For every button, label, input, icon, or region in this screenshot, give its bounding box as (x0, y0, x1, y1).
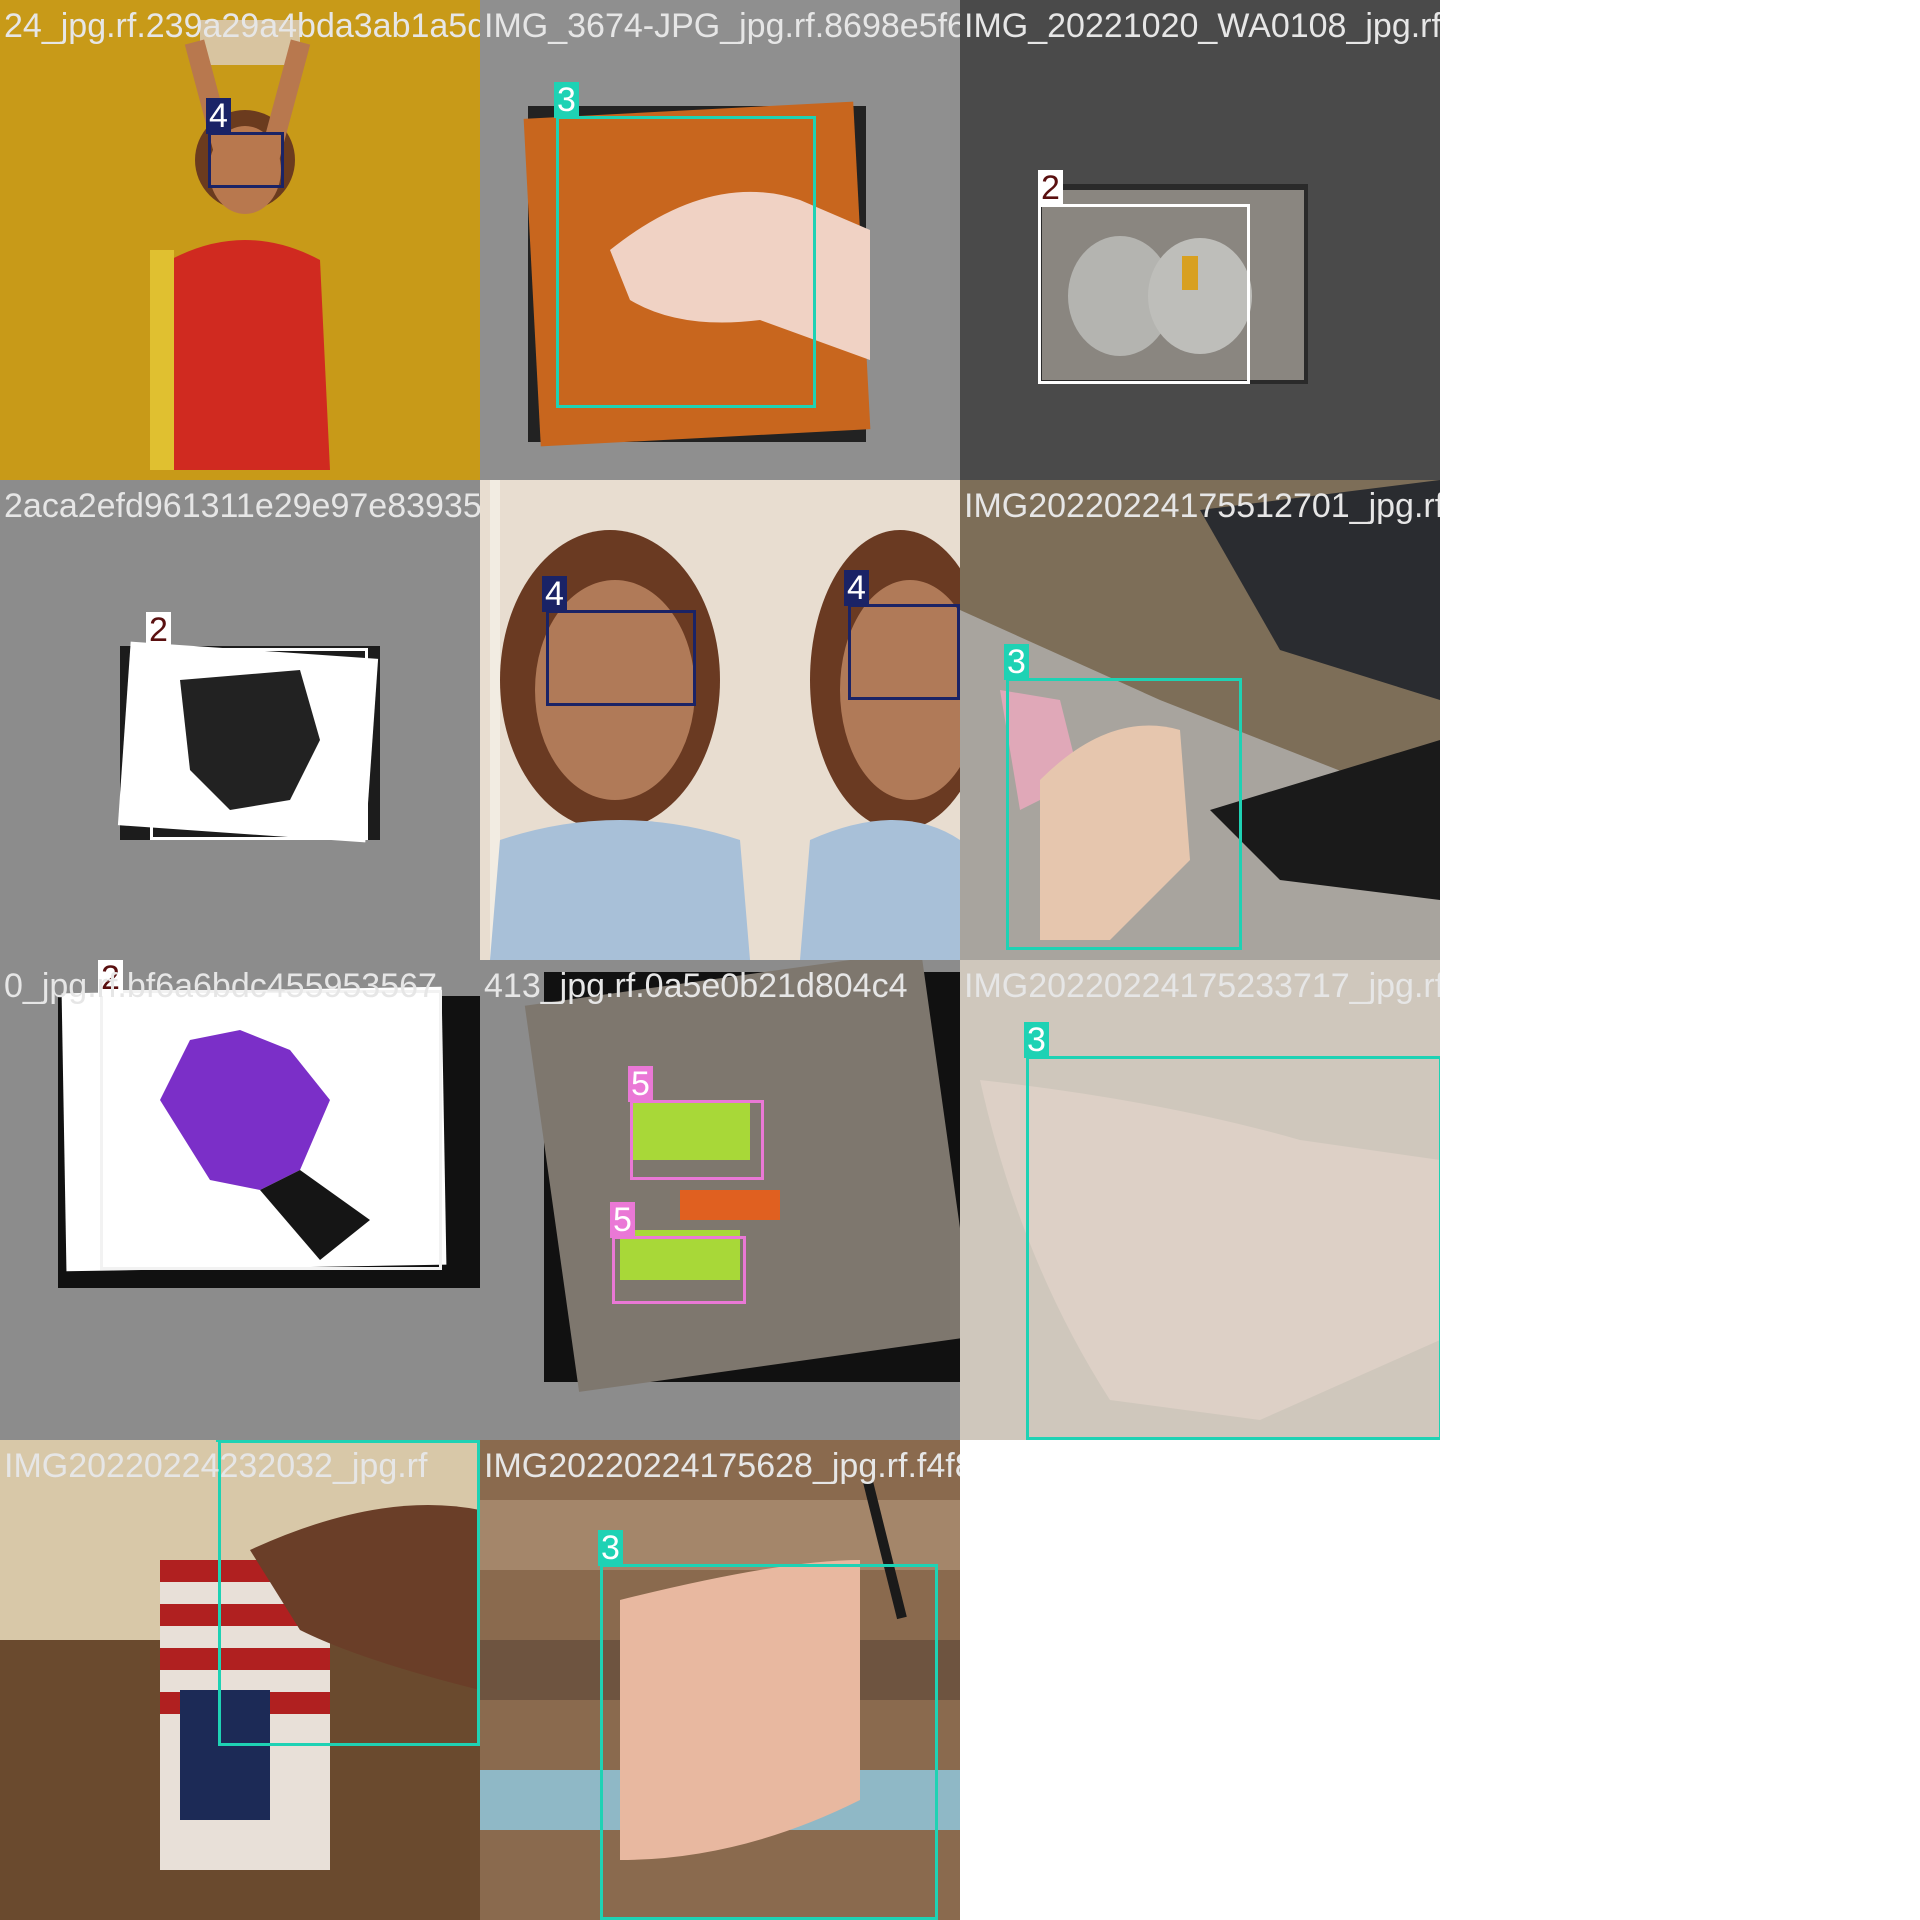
detection-box (1026, 1056, 1440, 1440)
image-filename: 0_jpg.rf.bf6a6bdc455953567 (4, 967, 437, 1005)
mosaic-tile: 3 IMG_3674-JPG_jpg.rf.8698e5f6624f0144 (480, 0, 960, 480)
image-filename: IMG_3674-JPG_jpg.rf.8698e5f6624f0144 (484, 7, 960, 45)
detection-box (150, 648, 368, 840)
mosaic-tile: 3 IMG20220224175628_jpg.rf.f4f85ba849e4a… (480, 1440, 960, 1920)
detection-box (100, 990, 442, 1270)
image-filename: 24_jpg.rf.239a29a4bda3ab1a5dca4474d03d (4, 7, 480, 45)
class-label: 3 (554, 82, 579, 118)
detection-box (546, 610, 696, 706)
class-label: 3 (1024, 1022, 1049, 1058)
detection-box (1006, 678, 1242, 950)
mosaic-tile: 5 5 413_jpg.rf.0a5e0b21d804c4 (480, 960, 960, 1440)
mosaic-tile: 4 24_jpg.rf.239a29a4bda3ab1a5dca4474d03d (0, 0, 480, 480)
detection-box (612, 1236, 746, 1304)
detection-box (218, 1440, 480, 1746)
image-filename: 2aca2efd961311e29e97e8393520022e4609_jpg… (4, 487, 480, 525)
detection-box (1038, 204, 1250, 384)
mosaic-tile: 2 IMG_20221020_WA0108_jpg.rf.2578a38e296… (960, 0, 1440, 480)
mosaic-tile: 3 IMG20220224232032_jpg.rf (0, 1440, 480, 1920)
class-label: 3 (1004, 644, 1029, 680)
class-label: 2 (146, 612, 171, 648)
detection-box (600, 1564, 938, 1920)
image-filename: IMG20220224175512701_jpg.rf.8c292ea135e7… (964, 487, 1440, 525)
mosaic-tile: 4 4 (480, 480, 960, 960)
detection-box (848, 604, 960, 700)
image-filename: IMG20220224175233717_jpg.rf.cdd2a2eabc49… (964, 967, 1440, 1005)
detection-box (630, 1100, 764, 1180)
detection-box (208, 132, 284, 188)
image-filename: 413_jpg.rf.0a5e0b21d804c4 (484, 967, 908, 1005)
class-label: 5 (610, 1202, 635, 1238)
class-label: 3 (216, 1440, 241, 1442)
mosaic-tile: 3 IMG20220224175233717_jpg.rf.cdd2a2eabc… (960, 960, 1440, 1440)
image-filename: IMG_20221020_WA0108_jpg.rf.2578a38e29669 (964, 7, 1440, 45)
mosaic-tile: 2 2aca2efd961311e29e97e8393520022e4609_j… (0, 480, 480, 960)
photo-girl-with-books (0, 0, 480, 480)
class-label: 3 (598, 1530, 623, 1566)
detection-box (556, 116, 816, 408)
mosaic-tile: 3 IMG20220224175512701_jpg.rf.8c292ea135… (960, 480, 1440, 960)
class-label: 4 (206, 98, 231, 134)
class-label: 4 (542, 576, 567, 612)
image-filename: IMG20220224232032_jpg.rf (4, 1447, 428, 1485)
class-label: 5 (628, 1066, 653, 1102)
image-filename: IMG20220224175628_jpg.rf.f4f85ba849e4aff (484, 1447, 960, 1485)
class-label: 4 (844, 570, 869, 606)
mosaic-tile: 2 0_jpg.rf.bf6a6bdc455953567 (0, 960, 480, 1440)
photo-woman-with-glasses (480, 480, 960, 960)
photo-store-shelf-items (480, 960, 960, 1440)
class-label: 2 (1038, 170, 1063, 206)
